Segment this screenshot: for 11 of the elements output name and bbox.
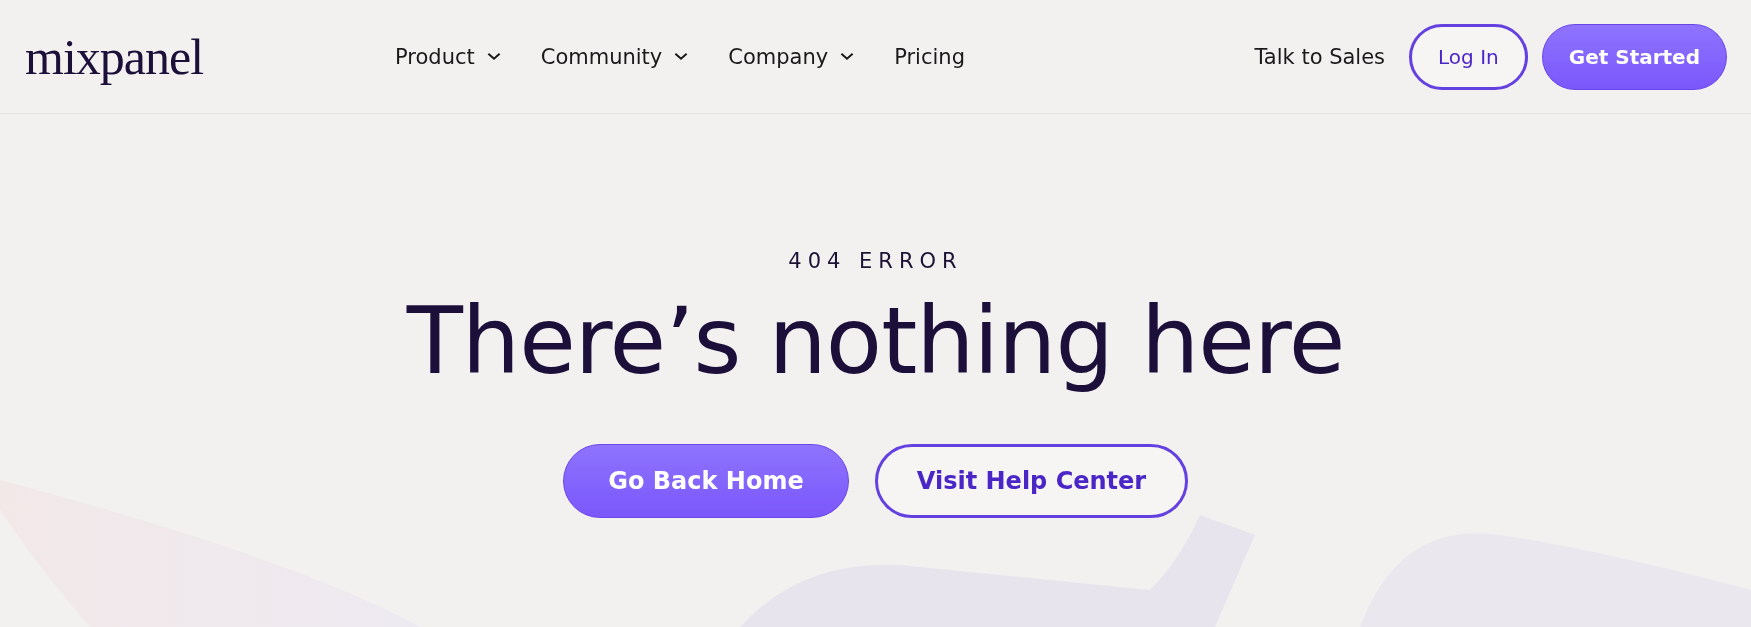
talk-to-sales-link[interactable]: Talk to Sales <box>1254 44 1386 69</box>
log-in-button[interactable]: Log In <box>1409 23 1528 90</box>
go-back-home-button[interactable]: Go Back Home <box>563 444 849 519</box>
get-started-button[interactable]: Get Started <box>1541 23 1727 90</box>
page-heading: There’s nothing here <box>406 291 1345 393</box>
nav-link[interactable]: Company <box>728 44 855 69</box>
help-center-button[interactable]: Visit Help Center <box>875 444 1188 519</box>
nav-link[interactable]: Community <box>540 44 689 69</box>
nav-link[interactable]: Product <box>395 44 501 69</box>
nav-link[interactable]: Pricing <box>894 44 965 69</box>
error-label: 404 ERROR <box>788 249 963 273</box>
